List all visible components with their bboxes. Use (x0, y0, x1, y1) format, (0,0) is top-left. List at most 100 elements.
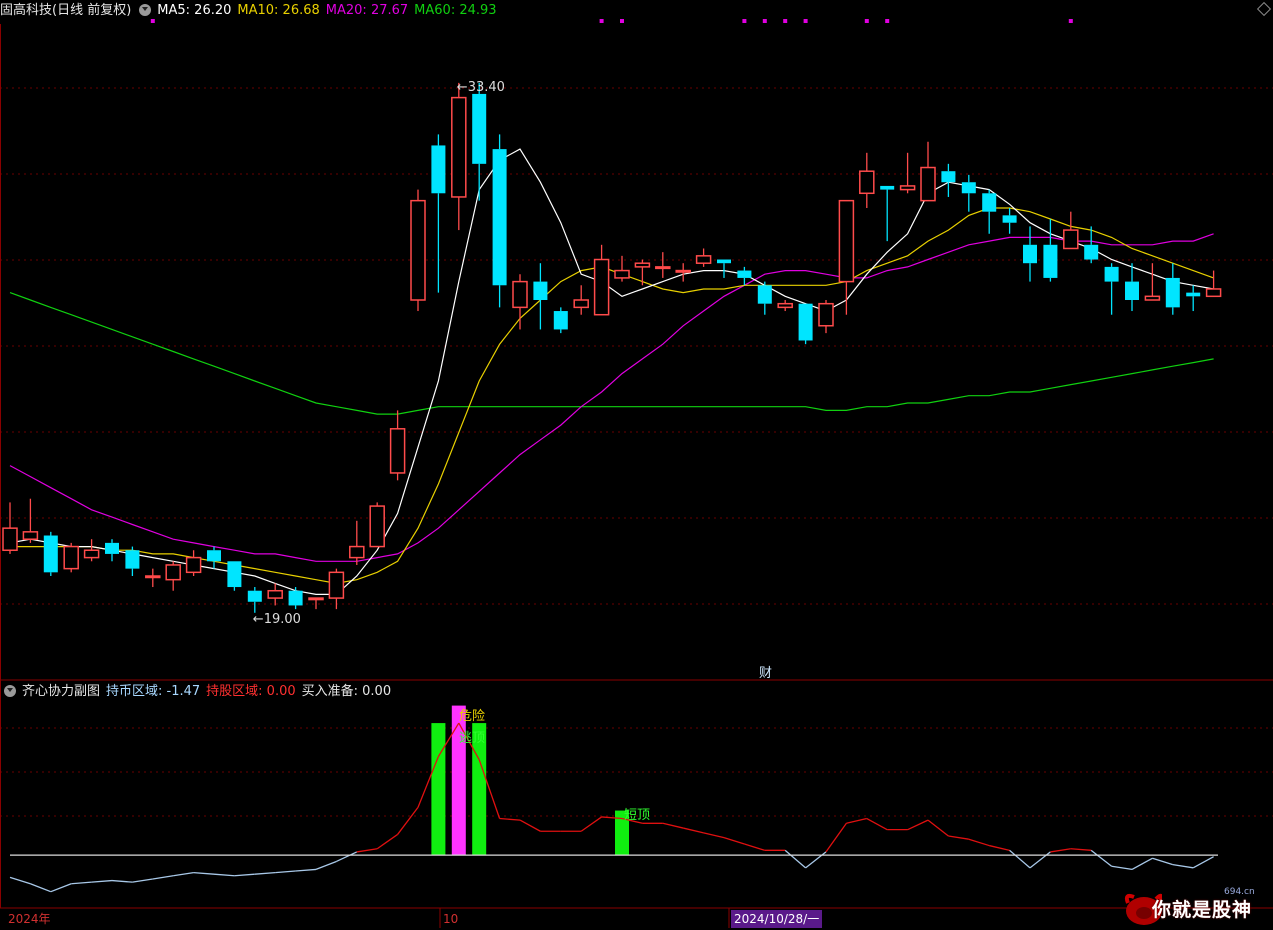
signal-segment (1009, 849, 1031, 869)
signal-segment (132, 878, 153, 883)
candle-body (451, 96, 467, 198)
candle-body (125, 550, 140, 569)
candle-body (165, 564, 181, 581)
signal-dot (1068, 19, 1073, 23)
candle (675, 263, 691, 282)
candle (410, 189, 426, 312)
candle-body (1104, 266, 1119, 282)
candle-body (1063, 229, 1079, 250)
signal-segment (356, 848, 378, 853)
candle-body (247, 590, 262, 602)
candle (267, 583, 283, 606)
signal-dot (803, 19, 808, 23)
ma20-value: MA20: 27.67 (325, 3, 409, 18)
candle-body (227, 561, 242, 588)
sub-dropdown-icon[interactable] (4, 685, 16, 697)
candle-body (695, 255, 712, 264)
signal-segment (111, 879, 133, 883)
escape-top-label: 逃顶 (459, 731, 485, 746)
candle-body (593, 258, 610, 316)
candle (492, 134, 507, 308)
candle-body (818, 302, 834, 327)
candle (145, 568, 161, 588)
candle-body (982, 193, 997, 212)
candle (1043, 219, 1058, 282)
candle (389, 410, 406, 481)
candle (798, 303, 813, 345)
candle-body (838, 199, 855, 283)
candle (1002, 208, 1017, 234)
candle-body (43, 535, 58, 573)
short-top-label: 短顶 (624, 808, 650, 823)
candle-body (634, 262, 651, 268)
signal-dot (864, 19, 869, 23)
candle-body (573, 299, 589, 309)
candle-body (410, 199, 426, 301)
signal-segment (948, 835, 969, 840)
signal-segment (152, 875, 174, 880)
candle (288, 587, 303, 610)
candle-body (472, 93, 487, 164)
candle (593, 244, 610, 316)
candle (1125, 263, 1139, 312)
watermark-text: 你就是股神 (1152, 899, 1253, 921)
signal-segment (1131, 857, 1153, 870)
candle-body (880, 185, 895, 190)
signal-segment (397, 806, 419, 835)
candle (634, 259, 651, 286)
signal-segment (744, 843, 765, 851)
signal-segment (1172, 864, 1194, 869)
dropdown-icon[interactable] (139, 4, 152, 16)
candle-body (859, 170, 875, 195)
candle-body (798, 303, 813, 341)
signal-segment (254, 871, 276, 875)
ma60-value: MA60: 24.93 (414, 3, 497, 18)
candle (328, 568, 345, 610)
signal-dot (742, 19, 747, 23)
candles (2, 82, 1222, 613)
signal-segment (275, 870, 296, 874)
candle (431, 134, 446, 293)
candle (533, 263, 548, 330)
low-price-label: ←19.00 (253, 612, 301, 627)
candle-body (207, 550, 221, 562)
candle-body (369, 505, 385, 548)
candle-body (655, 266, 671, 270)
price-chart-canvas[interactable]: 危险逃顶短顶 ←33.40 ←19.00 财 (0, 0, 1273, 930)
candle (777, 300, 793, 312)
signal-segment (1029, 851, 1051, 869)
sub-labels: 危险逃顶短顶 (459, 709, 650, 823)
candle (614, 255, 630, 282)
candle-body (614, 269, 630, 279)
signal-segment (1070, 848, 1092, 851)
candle-body (105, 542, 119, 554)
signal-segment (234, 873, 255, 877)
signal-segment (683, 827, 704, 834)
signal-segment (519, 819, 541, 832)
candle-body (389, 428, 406, 474)
sub-title[interactable]: 齐心协力副图 (22, 684, 100, 699)
ma20-polyline (9, 233, 1214, 562)
candle (1023, 226, 1037, 282)
signal-segment (580, 816, 602, 832)
signal-segment (907, 819, 929, 831)
sub-signal-line (9, 722, 1218, 893)
signal-segment (1152, 857, 1173, 866)
signal-segment (91, 879, 113, 883)
ma5-polyline (9, 148, 1214, 596)
candle-body (757, 285, 772, 304)
candle-body (185, 556, 202, 574)
high-price-label: ←33.40 (457, 80, 505, 95)
signal-segment (703, 832, 725, 839)
signal-segment (193, 871, 215, 875)
ma10-polyline (10, 207, 1214, 585)
stock-title[interactable]: 固高科技(日线 前复权) (0, 3, 131, 18)
candle-body (777, 302, 793, 309)
candle-body (717, 259, 731, 264)
candle (83, 539, 100, 562)
signal-dot (599, 19, 604, 23)
candle (369, 502, 385, 548)
signal-dot (885, 19, 890, 23)
signal-segment (336, 851, 358, 863)
finance-marker: 财 (759, 666, 772, 681)
